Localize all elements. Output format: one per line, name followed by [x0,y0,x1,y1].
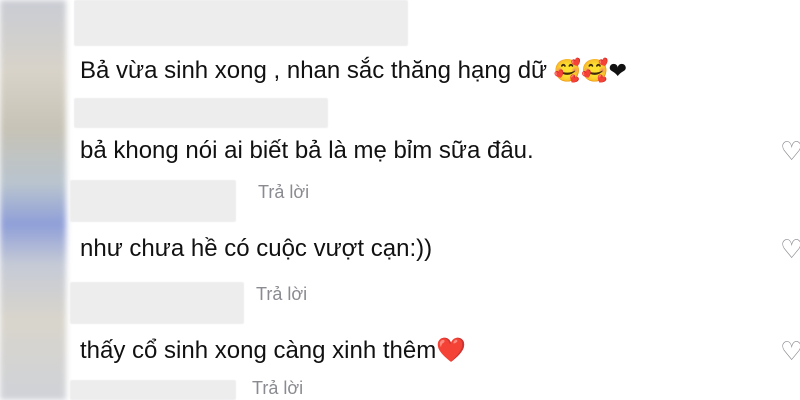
blurred-username [70,380,236,400]
comment-text: bả khong nói ai biết bả là mẹ bỉm sữa đâ… [80,136,534,166]
blurred-username [74,0,408,46]
reply-button[interactable]: Trả lời [252,378,303,399]
heart-outline-icon[interactable]: ♡ [780,138,800,164]
blurred-username [70,282,244,324]
smiling-hearts-emoji: 🥰🥰 [553,58,609,83]
heart-emoji: ❤ [608,58,628,83]
blurred-username [74,98,328,128]
comment-text: Bả vừa sinh xong , nhan sắc thăng hạng d… [80,56,627,86]
heart-outline-icon[interactable]: ♡ [780,236,800,262]
reply-button[interactable]: Trả lời [256,284,307,305]
red-heart-emoji: ❤️ [436,337,467,364]
comment-text: thấy cổ sinh xong càng xinh thêm❤️ [80,336,466,366]
comment-body: như chưa hề có cuộc vượt cạn:)) [80,235,433,262]
comment-body: Bả vừa sinh xong , nhan sắc thăng hạng d… [80,57,548,84]
blurred-avatar-strip [0,0,66,400]
reply-button[interactable]: Trả lời [258,182,309,203]
comment-body: bả khong nói ai biết bả là mẹ bỉm sữa đâ… [80,137,534,164]
comment-text: như chưa hề có cuộc vượt cạn:)) [80,234,432,264]
blurred-username [70,180,236,222]
comment-body: thấy cổ sinh xong càng xinh thêm [80,337,437,364]
heart-outline-icon[interactable]: ♡ [780,338,800,364]
